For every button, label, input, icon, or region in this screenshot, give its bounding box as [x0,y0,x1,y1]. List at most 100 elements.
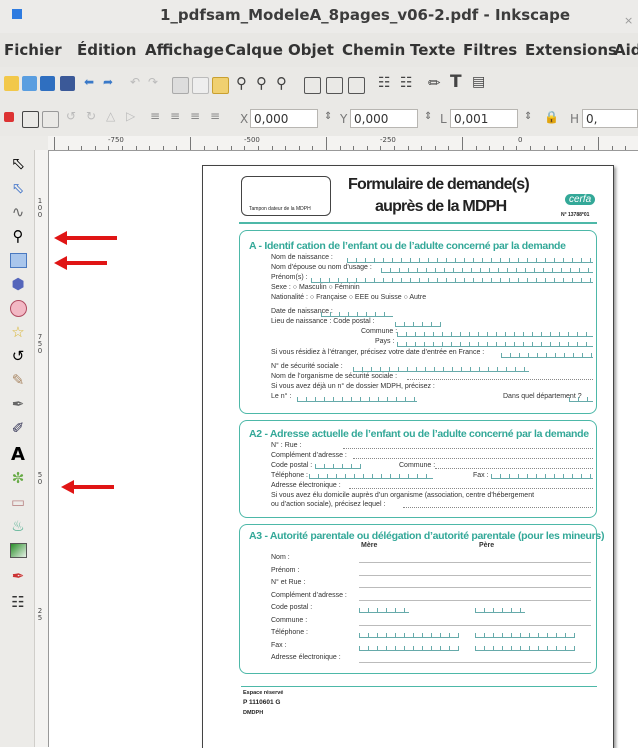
y-input[interactable]: 0,000 [350,109,418,128]
zoom-tool-icon[interactable]: ⚲ [8,226,28,246]
3dbox-tool-icon[interactable]: ⬢ [8,274,28,294]
cut-icon[interactable] [192,77,209,94]
redo-icon[interactable]: ↷ [148,75,158,89]
commune-field[interactable] [397,328,593,337]
mere-field[interactable] [359,574,475,576]
pere-field[interactable] [475,629,575,638]
select-all-layers-icon[interactable] [22,111,39,128]
a2-code-postal-field[interactable] [315,460,361,469]
fax-field[interactable] [491,470,593,479]
eraser-tool-icon[interactable]: ▭ [8,492,28,512]
pere-field[interactable] [475,562,591,563]
width-input[interactable]: 0,001 [450,109,518,128]
prenoms-field[interactable] [311,274,593,283]
menu-aide[interactable]: Aid [614,41,638,59]
secu-field[interactable] [353,363,529,372]
calligraphy-tool-icon[interactable]: ✐ [8,418,28,438]
date-entree-field[interactable] [501,349,593,358]
nom-usage-field[interactable] [381,264,593,273]
width-spin-arrows-icon[interactable]: ⇕ [524,111,532,122]
menu-objet[interactable]: Objet [288,41,334,59]
text-tool-icon[interactable]: A [8,444,28,465]
horizontal-ruler[interactable]: -750 -500 -250 0 [48,136,638,151]
height-input[interactable]: 0, [582,109,638,128]
a2-commune-field[interactable] [435,462,593,469]
y-spin-arrows-icon[interactable]: ⇕ [424,111,432,122]
zoom-drawing-icon[interactable]: ⚲ [256,74,267,92]
pere-field[interactable] [475,641,575,651]
save-icon[interactable] [40,76,55,91]
menu-texte[interactable]: Texte [410,41,455,59]
departement-field[interactable] [569,393,593,402]
export-icon[interactable]: ➦ [103,75,113,89]
lock-ratio-icon[interactable]: 🔒 [544,110,559,124]
pencil-tool-icon[interactable]: ✎ [8,370,28,390]
ungroup-icon[interactable]: ☷ [400,75,413,91]
dropper-tool-icon[interactable]: ✒ [8,566,28,586]
rectangle-tool-icon[interactable] [8,250,28,270]
vertical-ruler[interactable]: 1 0 0 7 5 0 5 0 2 5 [34,150,49,747]
raise-icon[interactable]: ≡ [170,109,180,123]
spray-tool-icon[interactable]: ✼ [8,468,28,488]
x-spin-arrows-icon[interactable]: ⇕ [324,111,332,122]
raise-to-top-icon[interactable]: ≡ [150,109,160,123]
select-all-icon[interactable] [4,112,14,122]
star-tool-icon[interactable]: ☆ [8,322,28,342]
date-naissance-field[interactable] [321,308,393,317]
sexe-radio-group[interactable]: Sexe : ○ Masculin ○ Féminin [271,284,360,291]
unlink-clone-icon[interactable] [348,77,365,94]
text-font-icon[interactable]: T [450,72,462,92]
mere-field[interactable] [359,641,459,651]
menu-filtres[interactable]: Filtres [463,41,517,59]
pen-tool-icon[interactable]: ✒ [8,394,28,414]
domicile-field[interactable] [403,501,593,508]
x-input[interactable]: 0,000 [250,109,318,128]
menu-fichier[interactable]: Fichier [4,41,62,59]
menu-extensions[interactable]: Extensions [525,41,617,59]
gradient-tool-icon[interactable] [8,540,28,560]
selector-tool-icon[interactable]: ⬁ [8,154,28,174]
pere-field[interactable] [475,587,591,588]
flip-vertical-icon[interactable]: ▷ [126,109,135,123]
pere-field[interactable] [475,662,591,663]
nationalite-radio-group[interactable]: Nationalité : ○ Française ○ EEE ou Suiss… [271,294,426,301]
tweak-tool-icon[interactable]: ∿ [8,202,28,222]
node-tool-icon[interactable]: ⬁ [8,178,28,198]
paste-icon[interactable] [212,77,229,94]
complement-field[interactable] [353,452,593,459]
ellipse-tool-icon[interactable] [8,298,28,318]
menu-calque[interactable]: Calque [225,41,283,59]
zoom-page-icon[interactable]: ⚲ [276,74,287,92]
pere-field[interactable] [475,574,591,576]
undo-icon[interactable]: ↶ [130,75,140,89]
window-close-button[interactable]: × [624,14,633,27]
nom-naissance-field[interactable] [347,254,593,263]
code-postal-field[interactable] [395,318,441,327]
pays-field[interactable] [397,338,593,347]
mere-field[interactable] [359,624,475,626]
connector-tool-icon[interactable]: ☷ [8,592,28,612]
duplicate-icon[interactable] [304,77,321,94]
deselect-icon[interactable] [42,111,59,128]
pere-field[interactable] [475,624,591,626]
organisme-field[interactable] [407,373,593,380]
menu-chemin[interactable]: Chemin [342,41,405,59]
print-icon[interactable] [60,76,75,91]
mere-field[interactable] [359,629,459,638]
mere-field[interactable] [359,587,475,588]
lower-icon[interactable]: ≡ [190,109,200,123]
open-icon[interactable] [22,76,37,91]
email-field[interactable] [349,482,593,489]
flip-horizontal-icon[interactable]: △ [106,109,115,123]
menu-edition[interactable]: Édition [77,41,136,59]
rotate-ccw-icon[interactable]: ↺ [66,109,76,123]
rue-field[interactable] [343,442,593,449]
import-icon[interactable]: ⬅ [84,75,94,89]
mere-field[interactable] [359,599,475,601]
group-icon[interactable]: ☷ [378,75,391,91]
rotate-cw-icon[interactable]: ↻ [86,109,96,123]
spiral-tool-icon[interactable]: ↺ [8,346,28,366]
clone-icon[interactable] [326,77,343,94]
pere-field[interactable] [475,599,591,601]
paint-bucket-tool-icon[interactable]: ♨ [8,516,28,536]
